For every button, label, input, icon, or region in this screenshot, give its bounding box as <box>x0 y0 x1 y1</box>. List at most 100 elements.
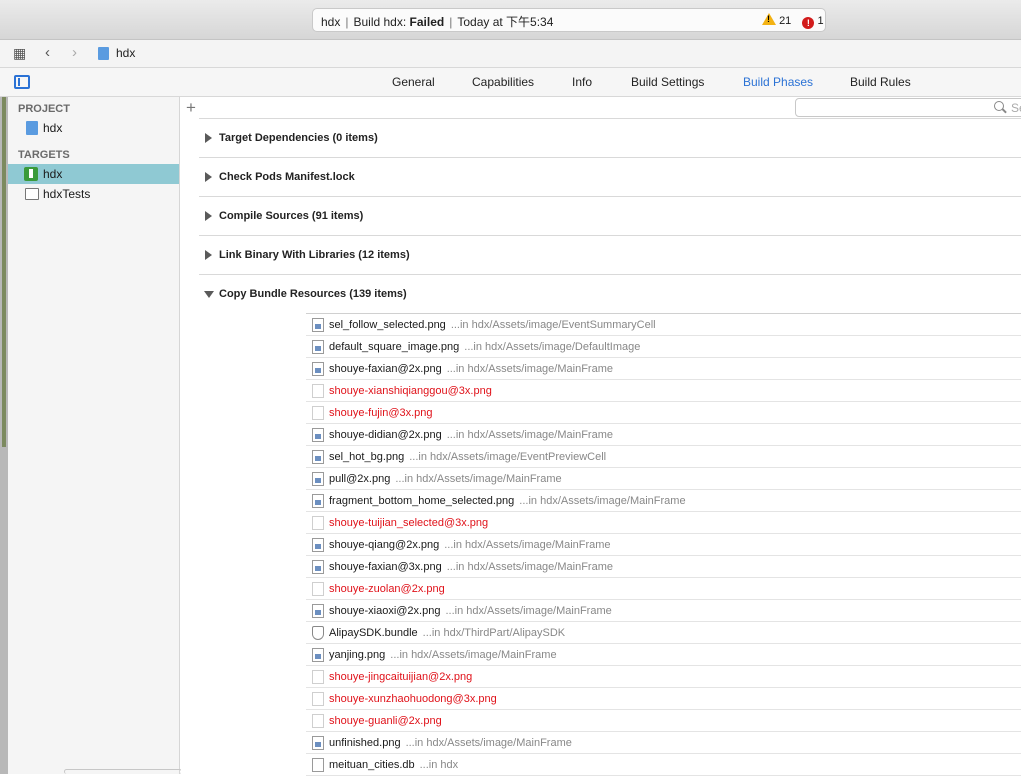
file-entry: shouye-xunzhaohuodong@3x.png <box>329 693 497 705</box>
file-path: ...in hdx/Assets/image/MainFrame <box>519 495 686 507</box>
list-item[interactable]: sel_follow_selected.png ...in hdx/Assets/… <box>306 314 1021 336</box>
file-name: shouye-faxian@2x.png <box>329 363 442 375</box>
file-name: shouye-tuijian_selected@3x.png <box>329 517 489 529</box>
file-path: ...in hdx/Assets/image/EventSummaryCell <box>450 319 656 331</box>
search-icon <box>994 101 1004 111</box>
activity-project: hdx <box>321 15 341 29</box>
tab-build-phases[interactable]: Build Phases <box>743 75 813 89</box>
jump-bar: ▦ ‹ › hdx <box>0 40 1021 68</box>
list-item[interactable]: unfinished.png ...in hdx/Assets/image/Mai… <box>306 732 1021 754</box>
breadcrumb-project[interactable]: hdx <box>116 46 135 60</box>
file-entry: fragment_bottom_home_selected.png ...in h… <box>329 495 686 507</box>
file-path: ...in hdx/Assets/image/MainFrame <box>445 605 612 617</box>
image-file-icon <box>312 318 324 332</box>
file-name: pull@2x.png <box>329 473 391 485</box>
window-edge <box>0 97 8 774</box>
file-path: ...in hdx <box>419 759 459 771</box>
tab-build-rules[interactable]: Build Rules <box>850 75 911 89</box>
disclosure-closed-icon[interactable] <box>205 250 212 260</box>
list-item[interactable]: shouye-tuijian_selected@3x.png <box>306 512 1021 534</box>
back-icon[interactable]: ‹ <box>45 44 50 61</box>
list-item[interactable]: shouye-qiang@2x.png ...in hdx/Assets/imag… <box>306 534 1021 556</box>
targets-header: TARGETS <box>18 149 70 161</box>
sidebar-item-target-hdxtests[interactable]: hdxTests <box>8 184 179 204</box>
file-path: ...in hdx/Assets/image/EventPreviewCell <box>409 451 607 463</box>
project-file-icon <box>98 47 109 60</box>
list-item[interactable]: pull@2x.png ...in hdx/Assets/image/MainFr… <box>306 468 1021 490</box>
activity-text: hdx | Build hdx: Failed | Today at 下午5:34 <box>321 15 554 29</box>
tab-general[interactable]: General <box>392 75 435 89</box>
file-entry: shouye-qiang@2x.png ...in hdx/Assets/imag… <box>329 539 611 551</box>
activity-viewer[interactable]: hdx|Build hdx: Failed|Today at 下午5:34 21… <box>312 8 826 32</box>
file-name: sel_hot_bg.png <box>329 451 405 463</box>
image-file-icon <box>312 736 324 750</box>
tab-build-settings[interactable]: Build Settings <box>631 75 704 89</box>
file-name: shouye-xiaoxi@2x.png <box>329 605 441 617</box>
list-item[interactable]: shouye-didian@2x.png ...in hdx/Assets/ima… <box>306 424 1021 446</box>
missing-file-icon <box>312 516 324 530</box>
list-item[interactable]: shouye-faxian@2x.png ...in hdx/Assets/ima… <box>306 358 1021 380</box>
project-header: PROJECT <box>18 103 70 115</box>
file-name: AlipaySDK.bundle <box>329 627 418 639</box>
tab-info[interactable]: Info <box>572 75 592 89</box>
issue-counts[interactable]: 21 ! 1 <box>762 13 824 29</box>
add-phase-button[interactable]: + <box>186 98 196 118</box>
disclosure-closed-icon[interactable] <box>205 211 212 221</box>
sidebar-scrollbar[interactable] <box>64 769 182 774</box>
list-item[interactable]: sel_hot_bg.png ...in hdx/Assets/image/Eve… <box>306 446 1021 468</box>
list-item[interactable]: AlipaySDK.bundle ...in hdx/ThirdPart/Alip… <box>306 622 1021 644</box>
file-name: sel_follow_selected.png <box>329 319 446 331</box>
list-item[interactable]: yanjing.png ...in hdx/Assets/image/MainFr… <box>306 644 1021 666</box>
related-items-icon[interactable]: ▦ <box>13 45 26 62</box>
list-item[interactable]: shouye-zuolan@2x.png <box>306 578 1021 600</box>
sidebar-item-project[interactable]: hdx <box>8 118 179 138</box>
list-item[interactable]: fragment_bottom_home_selected.png ...in h… <box>306 490 1021 512</box>
list-item[interactable]: shouye-jingcaituijian@2x.png <box>306 666 1021 688</box>
sidebar-item-label: hdx <box>43 121 63 135</box>
image-file-icon <box>312 604 324 618</box>
file-entry: shouye-faxian@2x.png ...in hdx/Assets/ima… <box>329 363 613 375</box>
build-phase[interactable]: Compile Sources (91 items) <box>199 196 1021 235</box>
missing-file-icon <box>312 692 324 706</box>
disclosure-closed-icon[interactable] <box>205 133 212 143</box>
file-name: yanjing.png <box>329 649 386 661</box>
file-name: shouye-didian@2x.png <box>329 429 442 441</box>
bundle-icon <box>312 626 324 640</box>
file-entry: yanjing.png ...in hdx/Assets/image/MainFr… <box>329 649 557 661</box>
sidebar-item-target-hdx[interactable]: hdx <box>8 164 179 184</box>
build-phase[interactable]: Check Pods Manifest.lock <box>199 157 1021 196</box>
disclosure-closed-icon[interactable] <box>205 172 212 182</box>
error-count: 1 <box>817 15 824 27</box>
error-icon: ! <box>802 17 815 29</box>
sidebar-item-label: hdx <box>43 167 63 181</box>
forward-icon[interactable]: › <box>72 44 77 61</box>
list-item[interactable]: shouye-faxian@3x.png ...in hdx/Assets/ima… <box>306 556 1021 578</box>
file-path: ...in hdx/Assets/image/MainFrame <box>446 363 613 375</box>
tab-capabilities[interactable]: Capabilities <box>472 75 534 89</box>
file-name: unfinished.png <box>329 737 401 749</box>
missing-file-icon <box>312 384 324 398</box>
image-file-icon <box>312 450 324 464</box>
file-name: shouye-zuolan@2x.png <box>329 583 445 595</box>
file-entry: sel_follow_selected.png ...in hdx/Assets/… <box>329 319 656 331</box>
build-phase[interactable]: Target Dependencies (0 items) <box>199 118 1021 157</box>
target-list-toggle-icon[interactable] <box>14 75 30 89</box>
list-item[interactable]: shouye-fujin@3x.png <box>306 402 1021 424</box>
file-path: ...in hdx/Assets/image/MainFrame <box>390 649 557 661</box>
file-name: fragment_bottom_home_selected.png <box>329 495 515 507</box>
list-item[interactable]: default_square_image.png ...in hdx/Assets… <box>306 336 1021 358</box>
file-entry: meituan_cities.db ...in hdx <box>329 759 458 771</box>
file-entry: shouye-guanli@2x.png <box>329 715 442 727</box>
build-phase[interactable]: Link Binary With Libraries (12 items) <box>199 235 1021 274</box>
filter-field[interactable]: Se <box>795 98 1021 117</box>
disclosure-open-icon[interactable] <box>204 291 214 298</box>
list-item[interactable]: shouye-xianshiqianggou@3x.png <box>306 380 1021 402</box>
file-path: ...in hdx/Assets/image/DefaultImage <box>464 341 641 353</box>
list-item[interactable]: shouye-xiaoxi@2x.png ...in hdx/Assets/ima… <box>306 600 1021 622</box>
list-item[interactable]: shouye-xunzhaohuodong@3x.png <box>306 688 1021 710</box>
list-item[interactable]: meituan_cities.db ...in hdx <box>306 754 1021 776</box>
list-item[interactable]: shouye-guanli@2x.png <box>306 710 1021 732</box>
build-phase[interactable]: Copy Bundle Resources (139 items) <box>199 274 1021 313</box>
build-phase-title: Compile Sources (91 items) <box>219 210 364 222</box>
file-name: shouye-xunzhaohuodong@3x.png <box>329 693 497 705</box>
